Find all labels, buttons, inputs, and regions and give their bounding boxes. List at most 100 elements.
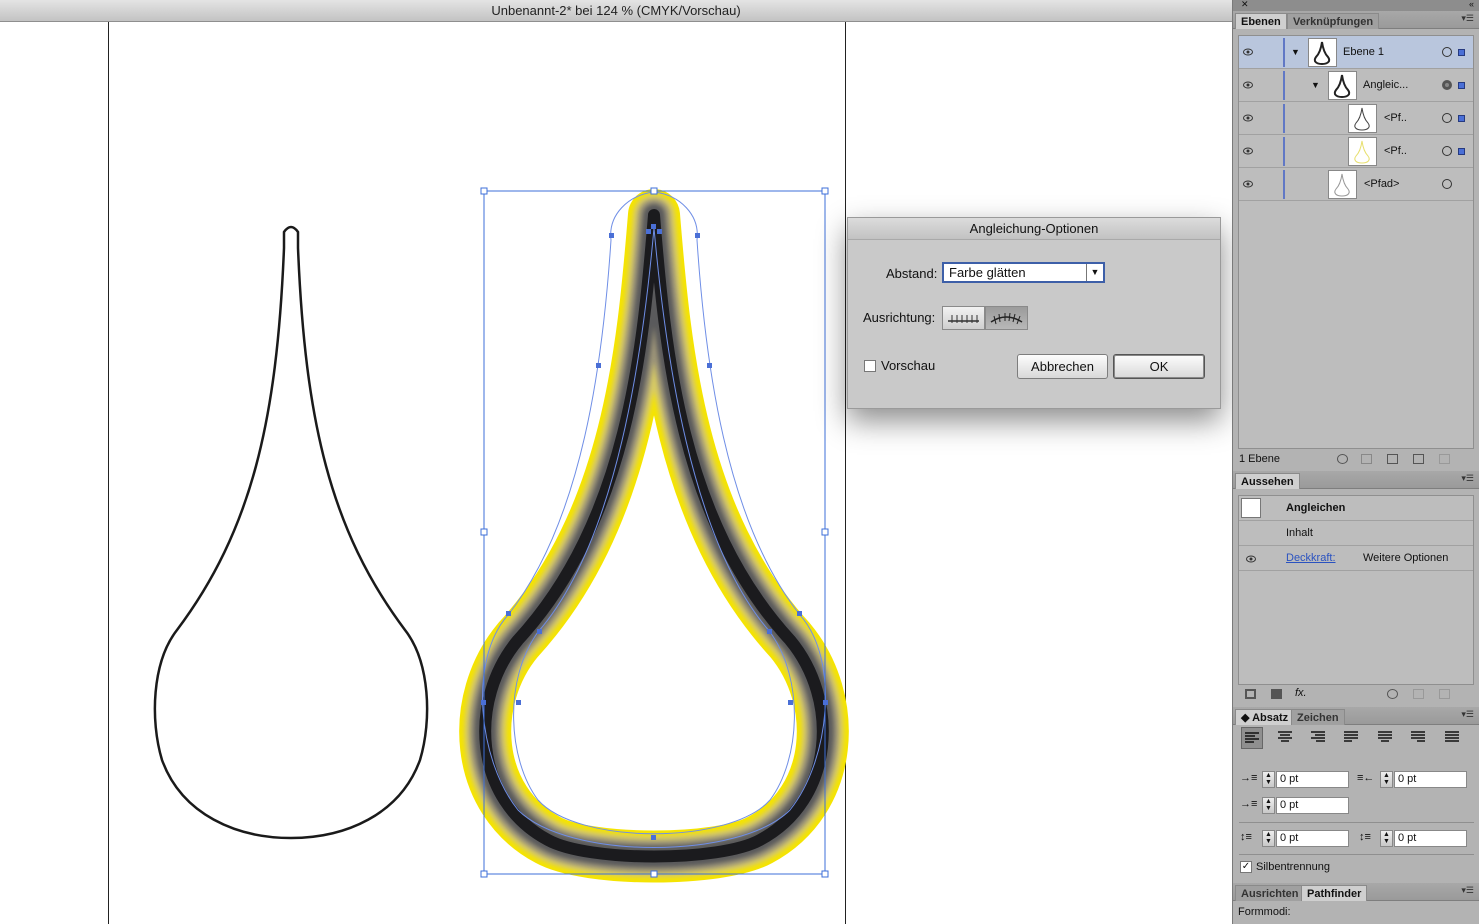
first-line-indent-icon: →≡: [1240, 798, 1258, 810]
panel-menu-icon[interactable]: ▾☰: [1461, 473, 1474, 484]
first-line-indent-field[interactable]: 0 pt: [1276, 797, 1349, 814]
appearance-content-row[interactable]: Inhalt: [1239, 521, 1473, 546]
visibility-eye-icon[interactable]: [1243, 113, 1253, 123]
canvas[interactable]: [0, 22, 1232, 924]
visibility-eye-icon[interactable]: [1243, 47, 1253, 57]
panel-menu-icon[interactable]: ▾☰: [1461, 709, 1474, 720]
add-fill-icon[interactable]: [1271, 689, 1282, 699]
tab-paragraph[interactable]: ◆ Absatz: [1235, 709, 1295, 725]
right-indent-stepper[interactable]: ▲ ▼: [1380, 771, 1393, 788]
selection-indicator-icon[interactable]: [1458, 148, 1465, 155]
justify-left-icon: [1344, 731, 1358, 742]
tab-links[interactable]: Verknüpfungen: [1287, 13, 1380, 29]
pathfinder-panel-tabs: Ausrichten Pathfinder ▾☰: [1233, 883, 1479, 901]
right-indent-icon: ≡←: [1357, 772, 1375, 784]
target-circle-icon[interactable]: [1442, 47, 1452, 57]
trash-icon[interactable]: [1439, 689, 1450, 699]
duplicate-item-icon[interactable]: [1413, 689, 1424, 699]
appearance-content-label: Inhalt: [1286, 527, 1313, 539]
cancel-button[interactable]: Abbrechen: [1017, 354, 1108, 379]
justify-center-button[interactable]: [1375, 727, 1397, 749]
visibility-eye-icon[interactable]: [1243, 80, 1253, 90]
align-to-page-button[interactable]: [942, 306, 985, 330]
first-line-stepper[interactable]: ▲ ▼: [1262, 797, 1275, 814]
panel-menu-icon[interactable]: ▾☰: [1461, 13, 1474, 24]
layer-name: <Pf..: [1384, 145, 1407, 157]
layer-row[interactable]: <Pf..: [1239, 135, 1473, 168]
align-right-button[interactable]: [1308, 727, 1330, 749]
selection-indicator-icon[interactable]: [1458, 82, 1465, 89]
tab-character[interactable]: Zeichen: [1291, 709, 1345, 725]
target-circle-icon[interactable]: [1442, 113, 1452, 123]
justify-center-icon: [1378, 731, 1392, 742]
layer-row[interactable]: <Pf..: [1239, 102, 1473, 135]
appearance-opacity-row[interactable]: Deckkraft: Weitere Optionen: [1239, 546, 1473, 571]
align-left-button[interactable]: [1241, 727, 1263, 749]
align-center-button[interactable]: [1275, 727, 1297, 749]
space-after-icon: ↕≡: [1359, 831, 1371, 843]
clipping-mask-icon[interactable]: [1361, 454, 1372, 464]
tab-align[interactable]: Ausrichten: [1235, 885, 1305, 901]
layers-panel-tabs: Ebenen Verknüpfungen ▾☰: [1233, 11, 1479, 29]
appearance-list: Angleichen Inhalt Deckkraft: Weitere Opt…: [1238, 495, 1474, 685]
selection-indicator-icon[interactable]: [1458, 115, 1465, 122]
layer-thumbnail: [1308, 38, 1337, 67]
layer-thumbnail: [1328, 170, 1357, 199]
target-filled-icon[interactable]: [1442, 80, 1452, 90]
collapse-icon[interactable]: «: [1469, 0, 1474, 9]
tab-pathfinder[interactable]: Pathfinder: [1301, 885, 1368, 901]
divider: [1239, 854, 1474, 855]
object-swatch: [1241, 498, 1261, 518]
align-right-icon: [1311, 731, 1325, 742]
locate-object-icon[interactable]: [1337, 454, 1348, 464]
justify-right-icon: [1411, 731, 1425, 742]
align-to-path-button[interactable]: [985, 306, 1028, 330]
new-sublayer-icon[interactable]: [1387, 454, 1398, 464]
space-before-field[interactable]: 0 pt: [1276, 830, 1349, 847]
left-indent-field[interactable]: 0 pt: [1276, 771, 1349, 788]
visibility-eye-icon[interactable]: [1243, 179, 1253, 189]
space-after-field[interactable]: 0 pt: [1394, 830, 1467, 847]
layer-row[interactable]: ▼ Ebene 1: [1239, 36, 1473, 69]
clear-appearance-icon[interactable]: [1387, 689, 1398, 699]
disclosure-triangle-icon[interactable]: ▼: [1311, 80, 1320, 90]
preview-checkbox[interactable]: [864, 360, 876, 372]
justify-right-button[interactable]: [1408, 727, 1430, 749]
add-stroke-icon[interactable]: [1245, 689, 1256, 699]
right-indent-field[interactable]: 0 pt: [1394, 771, 1467, 788]
ok-button[interactable]: OK: [1113, 354, 1205, 379]
fx-icon[interactable]: fx.: [1295, 687, 1307, 699]
orientation-label: Ausrichtung:: [863, 310, 936, 325]
disclosure-triangle-icon[interactable]: ▼: [1291, 47, 1300, 57]
dock-header: « ✕: [1233, 0, 1479, 11]
target-circle-icon[interactable]: [1442, 179, 1452, 189]
layer-row[interactable]: <Pfad>: [1239, 168, 1473, 201]
justify-all-button[interactable]: [1442, 727, 1464, 749]
opacity-link[interactable]: Deckkraft:: [1286, 552, 1336, 564]
visibility-eye-icon[interactable]: [1246, 554, 1256, 564]
opacity-value: Weitere Optionen: [1363, 552, 1449, 564]
space-before-stepper[interactable]: ▲ ▼: [1262, 830, 1275, 847]
panel-menu-icon[interactable]: ▾☰: [1461, 885, 1474, 896]
tab-layers[interactable]: Ebenen: [1235, 13, 1287, 29]
space-after-stepper[interactable]: ▲ ▼: [1380, 830, 1393, 847]
appearance-title-row[interactable]: Angleichen: [1239, 496, 1473, 521]
layer-row[interactable]: ▼ Angleic...: [1239, 69, 1473, 102]
close-icon[interactable]: ✕: [1241, 0, 1249, 10]
hyphenation-checkbox[interactable]: ✓: [1240, 861, 1252, 873]
tab-appearance[interactable]: Aussehen: [1235, 473, 1300, 489]
justify-left-button[interactable]: [1341, 727, 1363, 749]
teardrop-outline-shape[interactable]: [153, 225, 429, 840]
selection-indicator-icon[interactable]: [1458, 49, 1465, 56]
visibility-eye-icon[interactable]: [1243, 146, 1253, 156]
layer-name: Angleic...: [1363, 79, 1409, 91]
align-left-icon: [1245, 732, 1259, 743]
target-circle-icon[interactable]: [1442, 146, 1452, 156]
artwork: [153, 187, 849, 883]
new-layer-icon[interactable]: [1413, 454, 1424, 464]
trash-icon[interactable]: [1439, 454, 1450, 464]
document-title: Unbenannt-2* bei 124 % (CMYK/Vorschau): [491, 3, 741, 18]
left-indent-stepper[interactable]: ▲ ▼: [1262, 771, 1275, 788]
spacing-select[interactable]: Farbe glätten ▼: [942, 262, 1105, 283]
blend-object[interactable]: [459, 189, 849, 883]
